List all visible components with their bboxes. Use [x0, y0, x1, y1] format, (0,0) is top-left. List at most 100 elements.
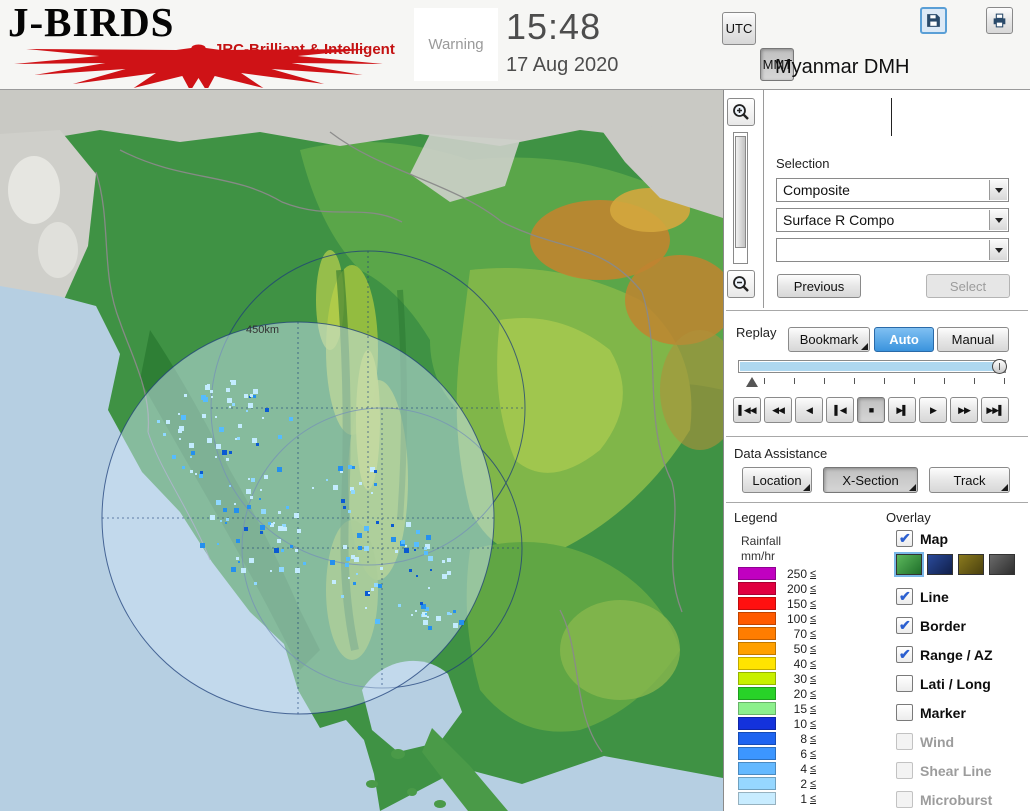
map-style-navy[interactable]	[927, 554, 953, 575]
checkbox[interactable]	[896, 588, 913, 605]
save-button[interactable]	[919, 7, 947, 34]
playback-step-back-button[interactable]: ▌◀	[826, 397, 854, 423]
legend-color-swatch	[738, 642, 776, 655]
playback-step-forward-button[interactable]: ▶▌	[888, 397, 916, 423]
checkbox	[896, 791, 913, 808]
submenu-corner-icon	[909, 484, 916, 491]
clock-date: 17 Aug 2020	[506, 54, 619, 76]
overlay-item-range-az[interactable]: Range / AZ	[896, 646, 993, 663]
assist-location-button[interactable]: Location	[742, 467, 812, 493]
checkbox[interactable]	[896, 617, 913, 634]
legend-row: 250 ≤	[738, 566, 816, 581]
legend-leq-symbol: ≤	[810, 657, 817, 670]
playback-skip-start-button[interactable]: ▌◀◀	[733, 397, 761, 423]
checkbox[interactable]	[896, 646, 913, 663]
auto-button[interactable]: Auto	[874, 327, 934, 352]
legend-color-swatch	[738, 732, 776, 745]
radar-map[interactable]: 450km	[0, 90, 740, 811]
legend-value: 1	[800, 791, 807, 806]
manual-button[interactable]: Manual	[937, 327, 1009, 352]
timeline-tick	[944, 378, 945, 384]
legend-leq-symbol: ≤	[810, 567, 817, 580]
overlay-item-label: Marker	[920, 704, 966, 721]
checkbox[interactable]	[896, 704, 913, 721]
print-button[interactable]	[986, 7, 1014, 34]
legend-value: 200	[786, 581, 807, 596]
overlay-item-map[interactable]: Map	[896, 530, 948, 547]
save-icon	[927, 14, 940, 27]
overlay-item-line[interactable]: Line	[896, 588, 949, 605]
bookmark-button[interactable]: Bookmark	[788, 327, 870, 352]
timeline-tick	[824, 378, 825, 384]
timeline-tick	[884, 378, 885, 384]
timeline-thumb[interactable]	[991, 359, 1007, 374]
dropdown-product[interactable]: Surface R Compo	[776, 208, 1009, 232]
timeline-tick	[1004, 378, 1005, 384]
map-style-green[interactable]	[896, 554, 922, 575]
legend-leq-symbol: ≤	[810, 642, 817, 655]
zoom-out-button[interactable]	[727, 270, 755, 298]
legend-value: 8	[800, 731, 807, 746]
text-cursor	[891, 98, 892, 136]
checkbox[interactable]	[896, 675, 913, 692]
playback-fast-rewind-button[interactable]: ◀◀	[764, 397, 792, 423]
playback-fast-forward-button[interactable]: ▶▶	[950, 397, 978, 423]
map-style-olive[interactable]	[958, 554, 984, 575]
legend-value: 10	[793, 716, 807, 731]
legend-row: 10 ≤	[738, 716, 816, 731]
legend-row: 30 ≤	[738, 671, 816, 686]
map-style-dark-gray[interactable]	[989, 554, 1015, 575]
select-button[interactable]: Select	[926, 274, 1010, 298]
legend-row: 20 ≤	[738, 686, 816, 701]
legend-unit-line1: Rainfall	[741, 534, 782, 548]
checkbox	[896, 733, 913, 750]
timezone-utc-button[interactable]: UTC	[722, 12, 756, 45]
dropdown-arrow-button[interactable]	[989, 180, 1007, 200]
overlay-item-border[interactable]: Border	[896, 617, 966, 634]
legend-rows: 250 ≤200 ≤150 ≤100 ≤70 ≤50 ≤40 ≤30 ≤20 ≤15 ≤10 ≤8 ≤6…	[738, 566, 816, 806]
legend-value: 70	[793, 626, 807, 641]
chevron-down-icon	[994, 247, 1003, 257]
legend-value: 150	[786, 596, 807, 611]
dropdown-arrow-button[interactable]	[989, 240, 1007, 260]
dropdown-arrow-button[interactable]	[989, 210, 1007, 230]
previous-button[interactable]: Previous	[777, 274, 861, 298]
legend-value: 40	[793, 656, 807, 671]
legend-leq-symbol: ≤	[810, 672, 817, 685]
playback-skip-end-button[interactable]: ▶▶▌	[981, 397, 1009, 423]
zoom-in-button[interactable]	[727, 98, 755, 126]
playback-play-button[interactable]: ▶	[919, 397, 947, 423]
assist-button-label: Location	[752, 472, 802, 488]
legend-color-swatch	[738, 717, 776, 730]
legend-color-swatch	[738, 702, 776, 715]
timeline-tick	[914, 378, 915, 384]
overlay-item-label: Range / AZ	[920, 646, 993, 663]
dropdown-composite[interactable]: Composite	[776, 178, 1009, 202]
checkbox[interactable]	[896, 530, 913, 547]
overlay-item-lati-long[interactable]: Lati / Long	[896, 675, 991, 692]
legend-value: 50	[793, 641, 807, 656]
dropdown-product-value: Surface R Compo	[783, 212, 895, 228]
legend-leq-symbol: ≤	[810, 582, 817, 595]
legend-leq-symbol: ≤	[810, 792, 817, 805]
legend-value: 250	[786, 566, 807, 581]
overlay-item-marker[interactable]: Marker	[896, 704, 966, 721]
zoom-slider[interactable]	[733, 132, 748, 264]
divider	[726, 436, 1028, 437]
dropdown-elevation[interactable]	[776, 238, 1009, 262]
assist-x-section-button[interactable]: X-Section	[823, 467, 918, 493]
assist-track-button[interactable]: Track	[929, 467, 1010, 493]
playback-stop-button[interactable]: ■	[857, 397, 885, 423]
legend-leq-symbol: ≤	[810, 627, 817, 640]
legend-row: 150 ≤	[738, 596, 816, 611]
warning-button[interactable]: Warning	[414, 8, 498, 81]
selection-label: Selection	[776, 156, 830, 171]
dropdown-composite-value: Composite	[783, 182, 850, 198]
selection-panel-divider	[763, 90, 764, 308]
playback-play-reverse-button[interactable]: ◀	[795, 397, 823, 423]
timeline-slider[interactable]	[738, 359, 1007, 374]
eagle-logo-icon	[14, 44, 383, 88]
zoom-slider-thumb[interactable]	[735, 136, 746, 248]
range-ring-label: 450km	[246, 324, 279, 336]
checkbox	[896, 762, 913, 779]
